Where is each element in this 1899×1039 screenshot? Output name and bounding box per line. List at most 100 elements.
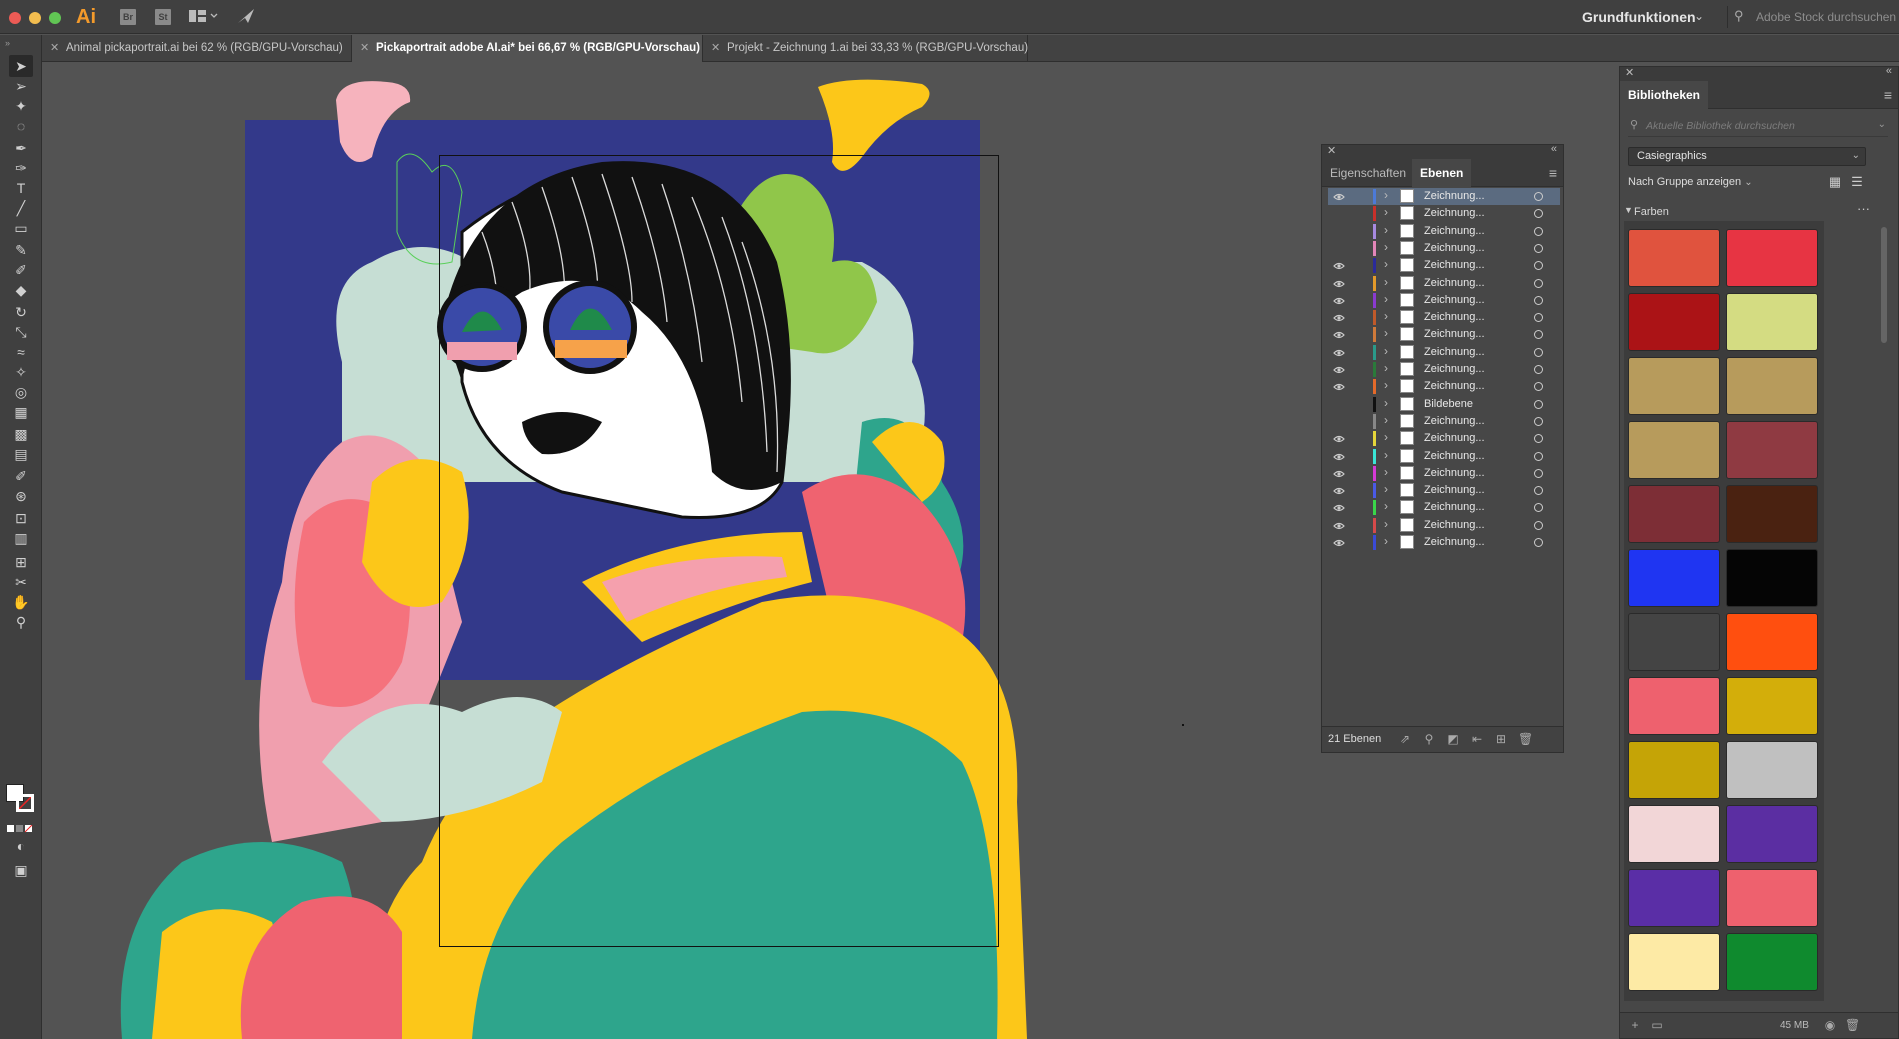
color-swatch[interactable] [1726, 933, 1818, 991]
layer-target-icon[interactable] [1534, 347, 1543, 357]
color-swatch[interactable] [1726, 229, 1818, 287]
expand-chevron-icon[interactable]: › [1384, 448, 1388, 462]
panel-menu-icon[interactable]: ≡ [1884, 87, 1892, 103]
close-tab-icon[interactable]: ✕ [360, 35, 369, 62]
layer-row[interactable]: › Zeichnung... [1328, 223, 1560, 240]
layer-target-icon[interactable] [1534, 520, 1543, 530]
screen-mode-icon[interactable]: ▣ [9, 859, 33, 881]
expand-chevron-icon[interactable]: › [1384, 223, 1388, 237]
magic-wand-tool-icon[interactable]: ✦ [9, 95, 33, 117]
layer-row[interactable]: › Zeichnung... [1328, 534, 1560, 551]
eyedropper-tool-icon[interactable]: ✐ [9, 465, 33, 487]
visibility-eye-icon[interactable] [1333, 521, 1345, 529]
selection-tool-icon[interactable]: ➤ [9, 55, 33, 77]
layer-row[interactable]: › Zeichnung... [1328, 240, 1560, 257]
folder-icon[interactable]: ▭ [1650, 1018, 1664, 1032]
expand-chevron-icon[interactable]: › [1384, 326, 1388, 340]
visibility-eye-icon[interactable] [1333, 503, 1345, 512]
color-swatch[interactable] [1628, 805, 1720, 863]
window-minimize-button[interactable] [29, 12, 41, 24]
color-mode-buttons[interactable] [7, 820, 33, 833]
direct-selection-tool-icon[interactable]: ➢ [9, 75, 33, 97]
arrange-documents-icon[interactable] [188, 9, 218, 23]
tab-document-1[interactable]: ✕ Animal pickaportrait.ai bei 62 % (RGB/… [42, 35, 352, 62]
color-swatch[interactable] [1628, 933, 1720, 991]
visibility-eye-icon[interactable] [1333, 313, 1345, 322]
list-view-icon[interactable]: ☰ [1850, 175, 1864, 189]
expand-chevron-icon[interactable]: › [1384, 240, 1388, 254]
expand-chevron-icon[interactable]: › [1384, 257, 1388, 271]
close-tab-icon[interactable]: ✕ [50, 35, 59, 62]
visibility-eye-icon[interactable] [1333, 538, 1345, 547]
delete-layer-icon[interactable]: 🗑 [1518, 732, 1533, 746]
graph-tool-icon[interactable]: ▥ [9, 527, 33, 549]
paintbrush-tool-icon[interactable]: ✎ [9, 239, 33, 261]
visibility-eye-icon[interactable] [1333, 486, 1345, 495]
expand-chevron-icon[interactable]: › [1384, 430, 1388, 444]
layer-row[interactable]: › Zeichnung... [1328, 344, 1560, 361]
tab-document-3[interactable]: ✕ Projekt - Zeichnung 1.ai bei 33,33 % (… [703, 35, 1028, 62]
color-swatch[interactable] [1628, 293, 1720, 351]
expand-chevron-icon[interactable]: › [1384, 413, 1388, 427]
color-swatch[interactable] [1726, 549, 1818, 607]
workspace-switcher[interactable]: Grundfunktionen [1582, 9, 1696, 25]
layer-row[interactable]: › Zeichnung... [1328, 430, 1560, 447]
color-swatch[interactable] [1726, 357, 1818, 415]
slice-tool-icon[interactable]: ✂ [9, 571, 33, 593]
tab-properties[interactable]: Eigenschaften [1322, 159, 1414, 187]
visibility-eye-icon[interactable] [1333, 261, 1345, 270]
visibility-eye-icon[interactable] [1333, 348, 1345, 356]
type-tool-icon[interactable]: T [9, 177, 33, 199]
add-content-icon[interactable]: + [1628, 1018, 1642, 1032]
layer-row[interactable]: › Zeichnung... [1328, 326, 1560, 343]
shaper-tool-icon[interactable]: ✐ [9, 259, 33, 281]
visibility-eye-icon[interactable] [1333, 417, 1345, 425]
visibility-eye-icon[interactable] [1333, 434, 1345, 443]
new-layer-icon[interactable]: ⊞ [1494, 732, 1508, 746]
library-select[interactable]: Casiegraphics ⌄ [1628, 147, 1866, 166]
close-panel-icon[interactable]: ✕ [1625, 66, 1634, 79]
expand-chevron-icon[interactable]: › [1384, 188, 1388, 202]
bridge-button[interactable]: Br [120, 9, 136, 25]
clipping-mask-icon[interactable]: ◩ [1446, 732, 1460, 746]
expand-chevron-icon[interactable]: › [1384, 534, 1388, 548]
layer-target-icon[interactable] [1534, 365, 1543, 374]
collapse-panel-icon[interactable]: « [1886, 65, 1892, 77]
artboard-tool-icon[interactable]: ⊞ [9, 551, 33, 573]
color-swatch[interactable] [1628, 677, 1720, 735]
layer-target-icon[interactable] [1534, 226, 1543, 236]
layer-target-icon[interactable] [1534, 486, 1543, 496]
layer-target-icon[interactable] [1534, 538, 1543, 547]
collapse-toolbar-icon[interactable]: » [5, 38, 10, 48]
layer-row[interactable]: › Zeichnung... [1328, 465, 1560, 482]
disclosure-triangle-icon[interactable]: ▼ [1624, 205, 1633, 215]
layer-target-icon[interactable] [1534, 503, 1543, 513]
color-swatch[interactable] [1726, 613, 1818, 671]
layer-target-icon[interactable] [1534, 451, 1543, 461]
symbol-sprayer-tool-icon[interactable]: ⊡ [9, 507, 33, 529]
layer-target-icon[interactable] [1534, 192, 1543, 201]
panel-menu-icon[interactable]: ≡ [1549, 165, 1557, 181]
expand-chevron-icon[interactable]: › [1384, 499, 1388, 513]
visibility-eye-icon[interactable] [1333, 330, 1345, 339]
layer-target-icon[interactable] [1534, 243, 1543, 253]
visibility-eye-icon[interactable] [1333, 192, 1345, 201]
layer-row[interactable]: › Zeichnung... [1328, 361, 1560, 378]
visibility-eye-icon[interactable] [1333, 227, 1345, 235]
chevron-down-icon[interactable]: ⌄ [1878, 119, 1886, 130]
perspective-grid-tool-icon[interactable]: ▦ [9, 401, 33, 423]
color-swatch[interactable] [1628, 421, 1720, 479]
layer-row[interactable]: › Bildebene [1328, 396, 1560, 413]
more-options-icon[interactable]: ··· [1857, 201, 1870, 216]
color-swatch[interactable] [1628, 741, 1720, 799]
shape-builder-tool-icon[interactable]: ◎ [9, 381, 33, 403]
color-swatch[interactable] [1628, 357, 1720, 415]
expand-chevron-icon[interactable]: › [1384, 396, 1388, 410]
layer-row[interactable]: › Zeichnung... [1328, 499, 1560, 516]
scrollbar[interactable] [1880, 227, 1888, 1039]
close-tab-icon[interactable]: ✕ [711, 35, 720, 62]
color-swatch[interactable] [1726, 741, 1818, 799]
visibility-eye-icon[interactable] [1333, 400, 1345, 408]
rotate-tool-icon[interactable]: ↻ [9, 301, 33, 323]
color-swatch[interactable] [1726, 485, 1818, 543]
